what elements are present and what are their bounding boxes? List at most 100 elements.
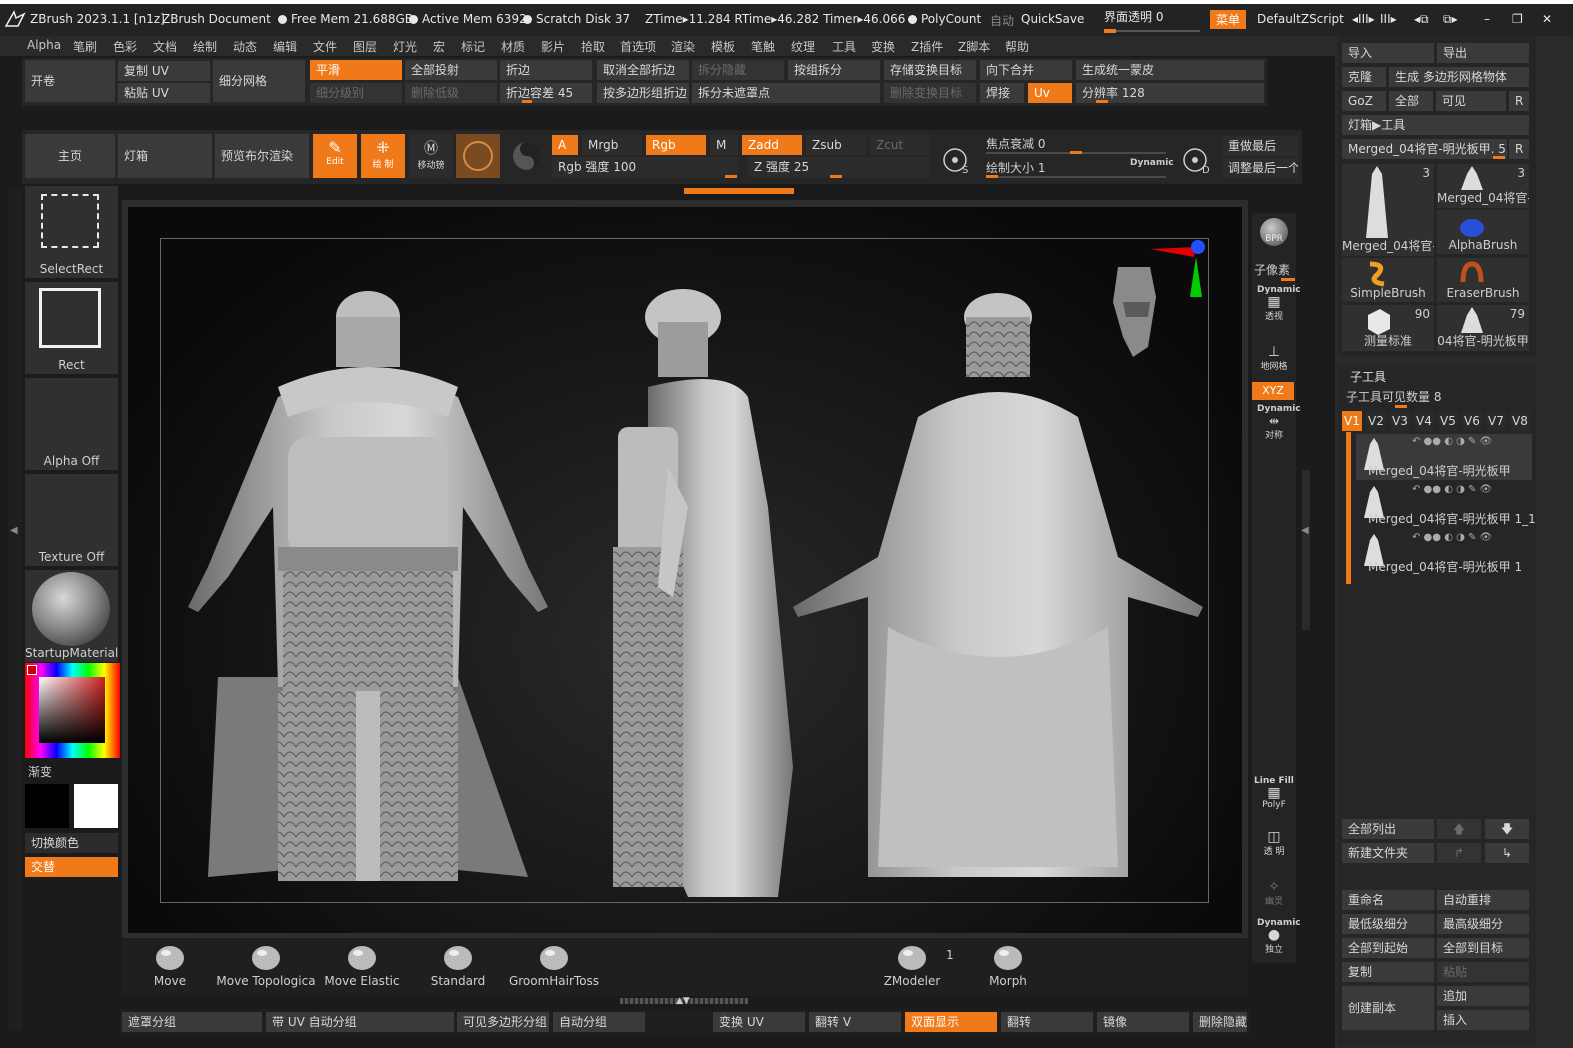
flip-uv-button[interactable]: 变换 UV bbox=[713, 1012, 805, 1032]
subpixel-label[interactable]: 子像素 bbox=[1254, 261, 1290, 278]
draw-size-slider[interactable]: 绘制大小 1 bbox=[986, 159, 1045, 176]
alpha-picker[interactable]: Alpha Off bbox=[25, 378, 118, 470]
menu-item-21[interactable]: 变换 bbox=[871, 38, 895, 55]
adjust-last-button[interactable]: 调整最后一个 bbox=[1222, 158, 1298, 178]
version-tab-v5[interactable]: V5 bbox=[1438, 411, 1458, 431]
menu-item-22[interactable]: Z插件 bbox=[911, 38, 943, 55]
focal-shift-slider[interactable]: 焦点衰减 0 bbox=[986, 135, 1045, 152]
tool-thumb-1[interactable]: 3 Merged_04将官- bbox=[1437, 164, 1529, 208]
material-sphere-icon[interactable] bbox=[456, 134, 500, 178]
subtool-row[interactable]: ↶ ●● ◐ ◑ ✎ 👁 Merged_04将官-明光板甲 1_1 bbox=[1356, 482, 1536, 528]
subtool-toggles-icon[interactable]: ↶ ●● ◐ ◑ ✎ 👁 bbox=[1412, 484, 1492, 495]
goz-button[interactable]: GoZ bbox=[1342, 91, 1386, 111]
arrow-up-right-icon[interactable]: ↱ bbox=[1437, 843, 1481, 863]
goz-all-button[interactable]: 全部 bbox=[1389, 91, 1433, 111]
mirror-button[interactable]: 镜像 bbox=[1097, 1012, 1189, 1032]
version-tab-v3[interactable]: V3 bbox=[1390, 411, 1410, 431]
menu-item-24[interactable]: 帮助 bbox=[1005, 38, 1029, 55]
menu-item-4[interactable]: 绘制 bbox=[193, 38, 217, 55]
uv-toggle[interactable]: Uv bbox=[1028, 83, 1072, 103]
rgb-toggle[interactable]: Rgb bbox=[646, 135, 706, 155]
insert-button[interactable]: 插入 bbox=[1437, 1010, 1529, 1030]
duplicate-button[interactable]: 创建副本 bbox=[1342, 986, 1434, 1030]
tool-thumb-0[interactable]: 3 Merged_04将官- bbox=[1342, 164, 1434, 256]
brush-morph[interactable]: Morph bbox=[958, 942, 1058, 994]
rename-button[interactable]: 重命名 bbox=[1342, 890, 1434, 910]
right-collapse-icon[interactable]: ◀ bbox=[1301, 525, 1309, 536]
subtool-header[interactable]: 子工具 bbox=[1350, 368, 1386, 385]
move-up-icon[interactable]: 🡅 bbox=[1437, 819, 1481, 839]
version-tab-v6[interactable]: V6 bbox=[1462, 411, 1482, 431]
crease-button[interactable]: 折边 bbox=[500, 60, 592, 80]
menu-item-14[interactable]: 拾取 bbox=[581, 38, 605, 55]
menu-item-23[interactable]: Z脚本 bbox=[958, 38, 990, 55]
local-symmetry-button[interactable]: ⇹ 对称 bbox=[1258, 414, 1290, 442]
lightbox-tools-button[interactable]: 灯箱▶工具 bbox=[1342, 115, 1529, 135]
document-canvas[interactable] bbox=[128, 207, 1242, 933]
visible-polygroup-button[interactable]: 可见多边形分组 bbox=[457, 1012, 549, 1032]
gradient-label[interactable]: 渐变 bbox=[28, 763, 52, 780]
split-hidden-button[interactable]: 拆分隐藏 bbox=[692, 60, 784, 80]
edit-mode-button[interactable]: ✎ Edit bbox=[313, 134, 357, 178]
subtool-toggles-icon[interactable]: ↶ ●● ◐ ◑ ✎ 👁 bbox=[1412, 436, 1492, 447]
menu-item-20[interactable]: 工具 bbox=[832, 38, 856, 55]
auto-reorder-button[interactable]: 自动重排 bbox=[1437, 890, 1529, 910]
color-picker[interactable] bbox=[25, 663, 120, 758]
paste-subtool-button[interactable]: 粘贴 bbox=[1437, 962, 1529, 982]
subtool-scrollbar[interactable] bbox=[1346, 432, 1351, 584]
new-folder-button[interactable]: 新建文件夹 bbox=[1342, 843, 1434, 863]
subtool-toggles-icon[interactable]: ↶ ●● ◐ ◑ ✎ 👁 bbox=[1412, 532, 1492, 543]
brush-move[interactable]: Move bbox=[120, 942, 220, 994]
redo-last-button[interactable]: 重做最后 bbox=[1222, 136, 1298, 156]
mask-group-button[interactable]: 遮罩分组 bbox=[122, 1012, 262, 1032]
tool-thumb-3[interactable]: SimpleBrush bbox=[1342, 258, 1434, 302]
window-stack-icon[interactable]: ⧉▸ bbox=[1443, 12, 1458, 27]
draw-mode-button[interactable]: ⁜ 绘 制 bbox=[361, 134, 405, 178]
minimize-icon[interactable]: – bbox=[1484, 12, 1490, 26]
subtool-visible-count[interactable]: 子工具可见数量 8 bbox=[1346, 388, 1441, 405]
dynamic-toggle[interactable]: Dynamic bbox=[1130, 158, 1174, 168]
subdiv-level-slider[interactable]: 细分级别 bbox=[310, 83, 402, 103]
delete-hidden-button[interactable]: 删除隐藏 bbox=[1193, 1012, 1247, 1032]
rect-stroke-tool[interactable]: Rect bbox=[25, 282, 118, 374]
export-button[interactable]: 导出 bbox=[1437, 43, 1529, 63]
solo-button[interactable]: ● 独立 bbox=[1258, 928, 1290, 958]
menu-item-0[interactable]: Alpha bbox=[27, 38, 61, 52]
menu-item-19[interactable]: 纹理 bbox=[791, 38, 815, 55]
menu-item-8[interactable]: 图层 bbox=[353, 38, 377, 55]
uncrease-all-button[interactable]: 取消全部折边 bbox=[597, 60, 689, 80]
brush-move-elastic[interactable]: Move Elastic bbox=[312, 942, 412, 994]
menu-item-2[interactable]: 色彩 bbox=[113, 38, 137, 55]
menu-button[interactable]: 菜单 bbox=[1210, 10, 1247, 29]
mrgb-toggle[interactable]: Mrgb bbox=[582, 135, 642, 155]
import-button[interactable]: 导入 bbox=[1342, 43, 1434, 63]
menu-item-11[interactable]: 标记 bbox=[461, 38, 485, 55]
brush-groomhairtoss[interactable]: GroomHairToss bbox=[504, 942, 604, 994]
axis-gizmo-icon[interactable] bbox=[1150, 240, 1205, 297]
weld-button[interactable]: 焊接 bbox=[980, 83, 1024, 103]
arrow-down-right-icon[interactable]: ↳ bbox=[1485, 843, 1529, 863]
version-tab-v8[interactable]: V8 bbox=[1510, 411, 1530, 431]
unified-skin-button[interactable]: 生成统一蒙皮 bbox=[1076, 60, 1264, 80]
a-toggle[interactable]: A bbox=[552, 135, 578, 155]
shelf-arrows-icon[interactable]: ▲▼ bbox=[676, 996, 690, 1006]
menu-item-7[interactable]: 文件 bbox=[313, 38, 337, 55]
menu-item-15[interactable]: 首选项 bbox=[620, 38, 656, 55]
zcut-toggle[interactable]: Zcut bbox=[870, 135, 930, 155]
sculptris-icon[interactable]: S bbox=[940, 143, 974, 177]
bpr-preview-button[interactable]: 预览布尔渲染 bbox=[215, 134, 309, 178]
rgb-intensity-slider[interactable]: Rgb 强度 100 bbox=[552, 157, 738, 177]
menu-item-9[interactable]: 灯光 bbox=[393, 38, 417, 55]
version-tab-v7[interactable]: V7 bbox=[1486, 411, 1506, 431]
move-down-icon[interactable]: 🡇 bbox=[1485, 819, 1529, 839]
current-tool-slider[interactable]: Merged_04将官-明光板甲. 52 bbox=[1342, 139, 1507, 159]
version-tab-v4[interactable]: V4 bbox=[1414, 411, 1434, 431]
menu-item-10[interactable]: 宏 bbox=[433, 38, 445, 55]
zsub-toggle[interactable]: Zsub bbox=[806, 135, 866, 155]
version-tab-v1[interactable]: V1 bbox=[1342, 411, 1362, 431]
lazy-mouse-icon[interactable]: D bbox=[1180, 143, 1214, 177]
secondary-color-swatch[interactable] bbox=[74, 784, 118, 828]
all-lowest-button[interactable]: 最低级细分 bbox=[1342, 914, 1434, 934]
menu-item-12[interactable]: 材质 bbox=[501, 38, 525, 55]
brush-move-topologica[interactable]: Move Topologica bbox=[216, 942, 316, 994]
